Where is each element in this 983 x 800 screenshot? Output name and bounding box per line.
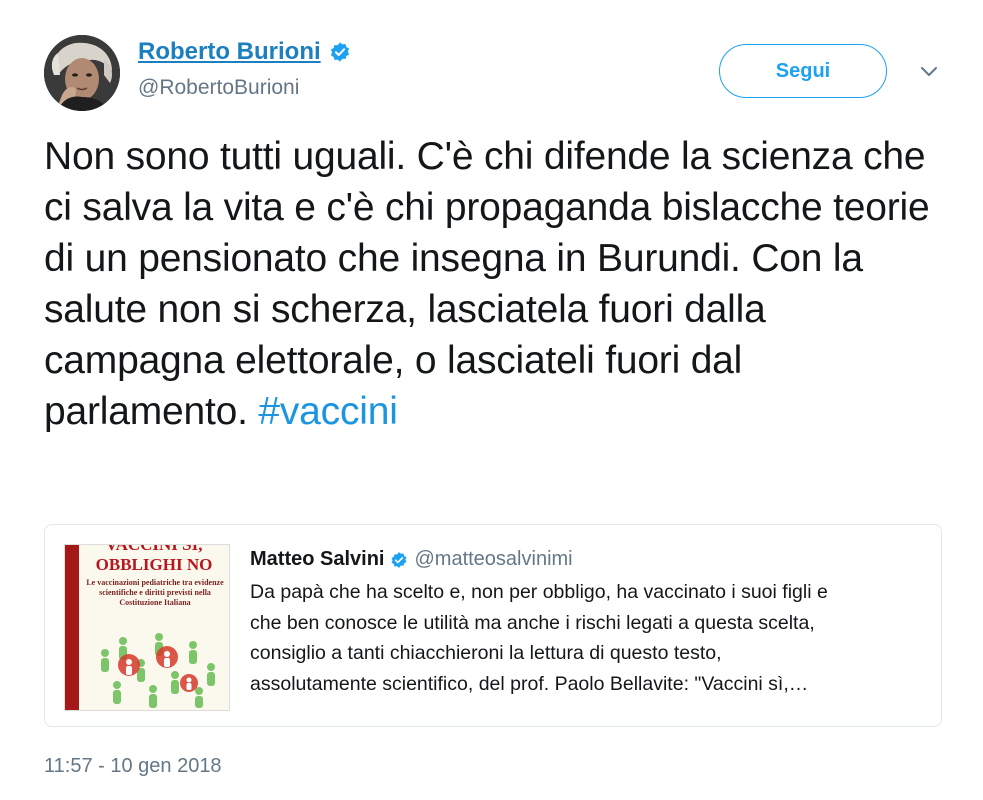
follow-button[interactable]: Segui (719, 44, 887, 98)
book-spine (65, 545, 79, 710)
book-title: VACCINI SI, OBBLIGHI NO (83, 544, 225, 575)
tweet-body: Non sono tutti uguali. C'è chi difende l… (44, 135, 930, 433)
author-handle[interactable]: @RobertoBurioni (138, 76, 299, 100)
book-subtitle: Le vaccinazioni pediatriche tra evidenze… (86, 578, 224, 607)
book-title-top: VACCINI SI, (105, 544, 203, 554)
chevron-down-icon[interactable] (916, 60, 942, 84)
quoted-tweet-text: Da papà che ha scelto e, non per obbligo… (250, 577, 930, 699)
quoted-author-handle[interactable]: @matteosalvinimi (414, 548, 572, 571)
author-avatar[interactable] (44, 35, 120, 111)
hashtag-link[interactable]: #vaccini (258, 390, 398, 433)
quoted-tweet-media: VACCINI SI, OBBLIGHI NO Le vaccinazioni … (64, 544, 230, 711)
author-portrait-icon (44, 35, 120, 111)
verified-badge-icon (330, 42, 349, 62)
quoted-tweet-header: Matteo Salvini @matteosalvinimi (250, 548, 573, 571)
tweet-timestamp[interactable]: 11:57 - 10 gen 2018 (44, 755, 222, 778)
book-title-bottom: OBBLIGHI NO (95, 555, 213, 574)
quoted-text-line: Da papà che ha scelto e, non per obbligo… (250, 581, 828, 603)
people-illustration-icon (101, 633, 215, 708)
quoted-verified-badge-icon (392, 551, 407, 568)
quoted-tweet-card[interactable]: VACCINI SI, OBBLIGHI NO Le vaccinazioni … (44, 524, 942, 727)
quoted-text-line: assolutamente scientifico, del prof. Pao… (250, 672, 809, 695)
author-name-row: Roberto Burioni (138, 38, 351, 66)
quoted-author-name[interactable]: Matteo Salvini (250, 548, 384, 571)
author-display-name[interactable]: Roberto Burioni (138, 38, 321, 66)
tweet-text: Non sono tutti uguali. C'è chi difende l… (44, 131, 944, 437)
quoted-text-line: che ben conosce le utilità ma anche i ri… (250, 611, 815, 634)
quoted-text-line: consiglio a tanti chiacchieroni la lettu… (250, 642, 722, 664)
